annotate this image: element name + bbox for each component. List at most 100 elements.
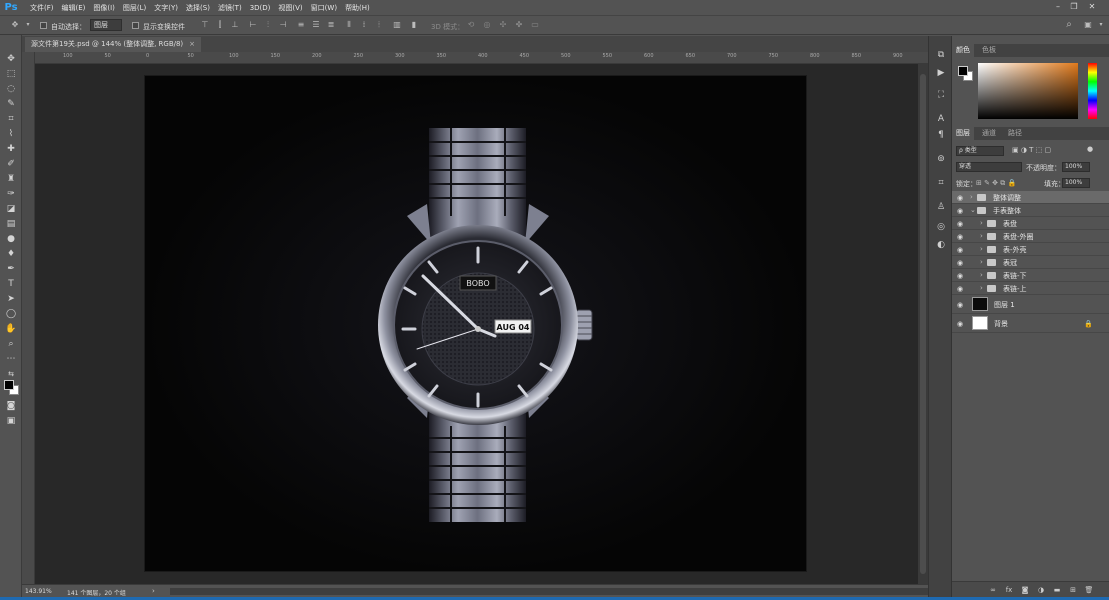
distribute-vcenter-icon[interactable]: ☰ bbox=[311, 20, 321, 30]
menu-type[interactable]: 文字(Y) bbox=[154, 3, 178, 13]
new-layer-icon[interactable]: ⊞ bbox=[1068, 585, 1078, 595]
lasso-tool-icon[interactable]: ◌ bbox=[3, 83, 19, 96]
layer-row[interactable]: ◉ › 整体调整 bbox=[952, 191, 1109, 204]
horizontal-ruler[interactable]: 100 50 0 50 100 150 200 250 300 350 400 450 500 550 60… bbox=[35, 52, 928, 64]
3d-pan-icon[interactable]: ✣ bbox=[498, 20, 508, 30]
3d-roll-icon[interactable]: ◎ bbox=[482, 20, 492, 30]
fill-input[interactable]: 100% bbox=[1062, 178, 1090, 188]
styles-icon[interactable]: ◐ bbox=[934, 238, 948, 252]
tab-swatches[interactable]: 色板 bbox=[978, 44, 1000, 57]
layer-row[interactable]: ◉ › 表链-上 bbox=[952, 282, 1109, 295]
tab-layers[interactable]: 图层 bbox=[952, 127, 974, 140]
tab-paths[interactable]: 路径 bbox=[1004, 127, 1026, 140]
fx-icon[interactable]: fx bbox=[1004, 585, 1014, 595]
menu-select[interactable]: 选择(S) bbox=[186, 3, 210, 13]
collapsed-chevron-icon[interactable]: › bbox=[980, 284, 983, 292]
gradient-tool-icon[interactable]: ▤ bbox=[3, 218, 19, 231]
link-layers-icon[interactable]: ∞ bbox=[988, 585, 998, 595]
healing-brush-tool-icon[interactable]: ✚ bbox=[3, 143, 19, 156]
auto-align-icon[interactable]: ▥ bbox=[392, 20, 402, 30]
menu-file[interactable]: 文件(F) bbox=[30, 3, 54, 13]
layer-filter-dropdown[interactable]: ρ 类型 bbox=[956, 146, 1004, 156]
arrange-icon[interactable]: ▮ bbox=[409, 20, 419, 30]
collapsed-chevron-icon[interactable]: › bbox=[980, 232, 983, 240]
layer-row[interactable]: ◉ › 表冠 bbox=[952, 256, 1109, 269]
vertical-scrollbar[interactable] bbox=[918, 64, 928, 584]
workspace-chevron-icon[interactable]: ▾ bbox=[1096, 20, 1106, 30]
distribute-top-icon[interactable]: ≡ bbox=[296, 20, 306, 30]
vertical-ruler[interactable] bbox=[22, 52, 35, 584]
zoom-level[interactable]: 143.91% bbox=[25, 588, 52, 595]
layer-row[interactable]: ◉ 图层 1 bbox=[952, 295, 1109, 314]
marquee-tool-icon[interactable]: ⬚ bbox=[3, 68, 19, 81]
adjustment-layer-icon[interactable]: ◑ bbox=[1036, 585, 1046, 595]
horizontal-scrollbar[interactable] bbox=[170, 588, 930, 595]
close-window-icon[interactable]: ✕ bbox=[1086, 2, 1098, 12]
show-transform-checkbox[interactable] bbox=[132, 22, 139, 29]
auto-select-dropdown[interactable]: 图层 bbox=[90, 19, 122, 31]
align-right-icon[interactable]: ⊣ bbox=[278, 20, 288, 30]
color-picker-field[interactable] bbox=[978, 63, 1078, 119]
layer-row[interactable]: ◉ › 表-外壳 bbox=[952, 243, 1109, 256]
menu-window[interactable]: 窗口(W) bbox=[311, 3, 337, 13]
opacity-input[interactable]: 100% bbox=[1062, 162, 1090, 172]
layer-row[interactable]: ◉ 背景 🔒 bbox=[952, 314, 1109, 333]
align-hcenter-icon[interactable]: ⫶ bbox=[263, 20, 273, 30]
character-icon[interactable]: A bbox=[934, 112, 948, 126]
layer-row[interactable]: ◉ › 表链-下 bbox=[952, 269, 1109, 282]
visibility-eye-icon[interactable]: ◉ bbox=[957, 220, 963, 228]
auto-select-checkbox[interactable] bbox=[40, 22, 47, 29]
workspace-icon[interactable]: ▣ bbox=[1083, 20, 1093, 30]
pen-tool-icon[interactable]: ✒ bbox=[3, 263, 19, 276]
tool-preset-chevron-icon[interactable]: ▾ bbox=[23, 20, 33, 30]
brush-tool-icon[interactable]: ✐ bbox=[3, 158, 19, 171]
3d-rotate-icon[interactable]: ⟲ bbox=[466, 20, 476, 30]
type-tool-icon[interactable]: T bbox=[3, 278, 19, 291]
vertical-scrollbar-thumb[interactable] bbox=[920, 74, 926, 574]
distribute-hcenter-icon[interactable]: ⁞ bbox=[359, 20, 369, 30]
3d-slide-icon[interactable]: ✤ bbox=[514, 20, 524, 30]
align-left-icon[interactable]: ⊢ bbox=[248, 20, 258, 30]
collapsed-chevron-icon[interactable]: › bbox=[980, 219, 983, 227]
minimize-icon[interactable]: – bbox=[1052, 2, 1064, 12]
visibility-eye-icon[interactable]: ◉ bbox=[957, 233, 963, 241]
screen-mode-icon[interactable]: ▣ bbox=[3, 415, 19, 428]
new-group-icon[interactable]: ▬ bbox=[1052, 585, 1062, 595]
visibility-eye-icon[interactable]: ◉ bbox=[957, 194, 963, 202]
collapsed-chevron-icon[interactable]: › bbox=[980, 258, 983, 266]
paragraph-icon[interactable]: ¶ bbox=[934, 128, 948, 142]
actions-play-icon[interactable]: ▶ bbox=[934, 66, 948, 80]
blend-mode-dropdown[interactable]: 穿透 bbox=[956, 162, 1022, 172]
lock-icons[interactable]: ⊞ ✎ ✥ ⧉ 🔒 bbox=[976, 179, 1016, 188]
close-tab-icon[interactable]: × bbox=[189, 40, 195, 48]
align-top-icon[interactable]: ⊤ bbox=[200, 20, 210, 30]
collapsed-chevron-icon[interactable]: › bbox=[970, 193, 973, 201]
visibility-eye-icon[interactable]: ◉ bbox=[957, 259, 963, 267]
distribute-bottom-icon[interactable]: ≣ bbox=[326, 20, 336, 30]
panel-foreground-swatch[interactable] bbox=[958, 66, 968, 76]
pasteboard[interactable]: BOBO AUG 04 bbox=[35, 64, 918, 584]
move-tool-icon[interactable]: ✥ bbox=[3, 53, 19, 66]
eraser-tool-icon[interactable]: ◪ bbox=[3, 203, 19, 216]
adjustments-icon[interactable]: ⊚ bbox=[934, 152, 948, 166]
clone-stamp-tool-icon[interactable]: ♜ bbox=[3, 173, 19, 186]
visibility-eye-icon[interactable]: ◉ bbox=[957, 320, 963, 328]
menu-edit[interactable]: 编辑(E) bbox=[62, 3, 86, 13]
visibility-eye-icon[interactable]: ◉ bbox=[957, 246, 963, 254]
expanded-chevron-icon[interactable]: ⌄ bbox=[970, 206, 976, 214]
menu-view[interactable]: 视图(V) bbox=[278, 3, 302, 13]
tab-channels[interactable]: 通道 bbox=[978, 127, 1000, 140]
brush-settings-icon[interactable]: ⛶ bbox=[934, 88, 948, 102]
dodge-tool-icon[interactable]: ♦ bbox=[3, 248, 19, 261]
add-mask-icon[interactable]: ◙ bbox=[1020, 585, 1030, 595]
filter-toggle-icon[interactable]: ● bbox=[1087, 145, 1093, 153]
hue-slider[interactable] bbox=[1088, 63, 1097, 119]
path-select-tool-icon[interactable]: ➤ bbox=[3, 293, 19, 306]
move-tool-icon[interactable]: ✥ bbox=[10, 20, 20, 30]
history-brush-tool-icon[interactable]: ✑ bbox=[3, 188, 19, 201]
zoom-tool-icon[interactable]: ⌕ bbox=[3, 338, 19, 351]
eyedropper-tool-icon[interactable]: ⌇ bbox=[3, 128, 19, 141]
edit-toolbar-icon[interactable]: ⋯ bbox=[3, 353, 19, 366]
menu-help[interactable]: 帮助(H) bbox=[345, 3, 370, 13]
collapsed-chevron-icon[interactable]: › bbox=[980, 271, 983, 279]
